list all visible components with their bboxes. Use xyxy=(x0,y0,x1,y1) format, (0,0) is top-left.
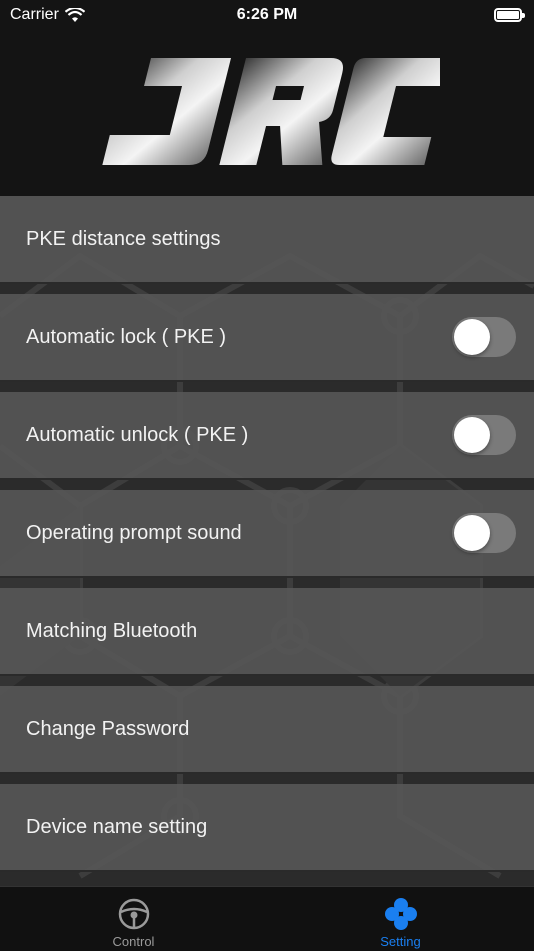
operating-prompt-sound-row: Operating prompt sound xyxy=(0,490,534,578)
row-label: Operating prompt sound xyxy=(26,521,242,544)
row-label: Matching Bluetooth xyxy=(26,619,198,642)
row-label: Device name setting xyxy=(26,815,208,838)
row-label: Change Password xyxy=(26,717,190,740)
row-label: Automatic unlock ( PKE ) xyxy=(26,423,249,446)
settings-list: PKE distance settings Automatic lock ( P… xyxy=(0,196,534,882)
tab-control-label: Control xyxy=(112,934,155,949)
steering-wheel-icon xyxy=(118,898,149,930)
automatic-unlock-toggle[interactable] xyxy=(452,415,516,455)
row-label: Automatic lock ( PKE ) xyxy=(26,325,227,348)
pke-distance-settings-row[interactable]: PKE distance settings xyxy=(0,196,534,284)
operating-prompt-sound-toggle[interactable] xyxy=(452,513,516,553)
row-label: PKE distance settings xyxy=(26,227,221,250)
jrc-logo xyxy=(102,58,440,165)
tab-setting[interactable]: Setting xyxy=(267,887,534,951)
toggle-knob xyxy=(454,319,490,355)
tab-bar: Control Setting xyxy=(0,886,534,951)
four-dots-icon xyxy=(384,898,417,930)
tab-setting-label: Setting xyxy=(380,934,421,949)
tab-control[interactable]: Control xyxy=(0,887,267,951)
automatic-lock-toggle[interactable] xyxy=(452,317,516,357)
status-bar: Carrier 6:26 PM xyxy=(0,0,534,30)
battery-icon xyxy=(494,8,525,22)
change-password-row[interactable]: Change Password xyxy=(0,686,534,774)
toggle-knob xyxy=(454,417,490,453)
device-name-setting-row[interactable]: Device name setting xyxy=(0,784,534,872)
toggle-knob xyxy=(454,515,490,551)
matching-bluetooth-row[interactable]: Matching Bluetooth xyxy=(0,588,534,676)
clock: 6:26 PM xyxy=(236,6,298,23)
automatic-unlock-row: Automatic unlock ( PKE ) xyxy=(0,392,534,480)
automatic-lock-row: Automatic lock ( PKE ) xyxy=(0,294,534,382)
